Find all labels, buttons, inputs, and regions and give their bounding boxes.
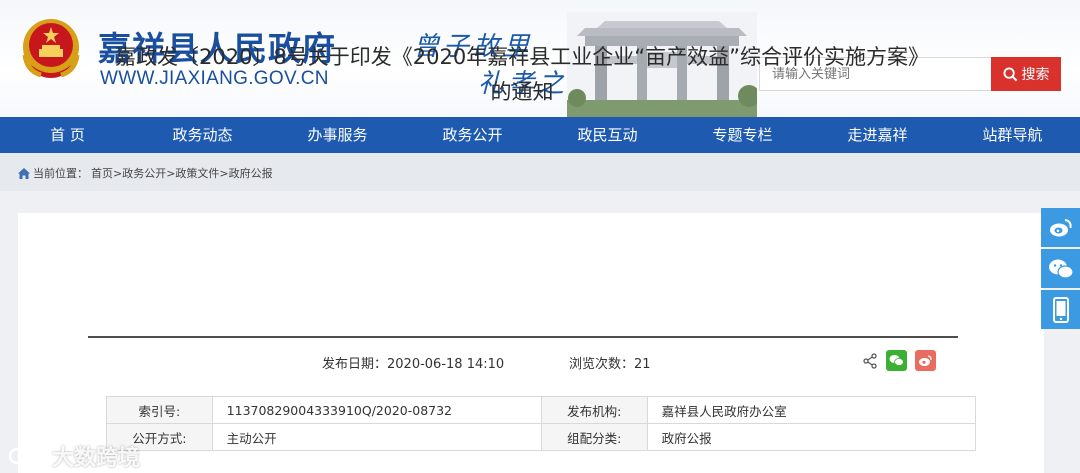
table-row: 索引号: 11370829004333910Q/2020-08732 发布机构:… — [106, 396, 977, 424]
float-weibo-button[interactable] — [1041, 208, 1080, 247]
publish-date: 发布日期：2020-06-18 14:10 — [322, 353, 504, 372]
wechat-glyph-icon — [889, 355, 904, 366]
article-title: 嘉政发〔2020〕8号关于印发《2020年嘉祥县工业企业“亩产效益”综合评价实施… — [0, 40, 1044, 110]
wechat-share-icon[interactable] — [886, 350, 907, 371]
weibo-share-icon[interactable] — [915, 350, 936, 371]
document-info-table: 索引号: 11370829004333910Q/2020-08732 发布机构:… — [106, 396, 977, 451]
breadcrumb-bar: 当前位置： 首页>政务公开>政策文件>政府公报 — [0, 153, 1080, 191]
wechat-icon — [1048, 259, 1074, 279]
publisher-label: 发布机构: — [540, 396, 648, 424]
article-title-line1: 嘉政发〔2020〕8号关于印发《2020年嘉祥县工业企业“亩产效益”综合评价实施… — [114, 45, 929, 69]
nav-open-government[interactable]: 政务公开 — [405, 117, 540, 153]
breadcrumb-prefix: 当前位置： — [33, 167, 88, 180]
article-title-line2: 的通知 — [490, 80, 554, 104]
category-label: 组配分类: — [540, 423, 648, 451]
nav-services[interactable]: 办事服务 — [270, 117, 405, 153]
floating-share-bar — [1041, 208, 1080, 331]
publish-date-value: 2020-06-18 14:10 — [387, 357, 505, 372]
watermark: 大数跨境 — [8, 440, 140, 472]
view-count-value: 21 — [634, 357, 651, 372]
breadcrumb-path[interactable]: 首页>政务公开>政策文件>政府公报 — [91, 165, 273, 181]
weibo-glyph-icon — [919, 355, 932, 366]
mobile-phone-icon — [1052, 296, 1069, 323]
weibo-icon — [1049, 218, 1072, 236]
watermark-logo-icon — [8, 447, 46, 465]
category-value: 政府公报 — [646, 423, 977, 451]
breadcrumb: 当前位置： 首页>政务公开>政策文件>政府公报 — [18, 165, 273, 181]
index-value: 11370829004333910Q/2020-08732 — [211, 396, 542, 424]
view-count: 浏览次数：21 — [569, 353, 651, 372]
title-divider — [88, 336, 958, 338]
nav-site-group[interactable]: 站群导航 — [945, 117, 1080, 153]
publish-date-label: 发布日期： — [322, 357, 388, 372]
view-count-label: 浏览次数： — [569, 357, 635, 372]
share-bar — [862, 350, 936, 371]
home-icon — [18, 167, 30, 179]
nav-government-news[interactable]: 政务动态 — [135, 117, 270, 153]
nav-special-topics[interactable]: 专题专栏 — [675, 117, 810, 153]
table-row: 公开方式: 主动公开 组配分类: 政府公报 — [106, 423, 977, 451]
main-nav: 首 页 政务动态 办事服务 政务公开 政民互动 专题专栏 走进嘉祥 站群导航 — [0, 117, 1080, 153]
index-label: 索引号: — [106, 396, 213, 424]
float-mobile-button[interactable] — [1041, 290, 1080, 329]
nav-interaction[interactable]: 政民互动 — [540, 117, 675, 153]
nav-about-jiaxiang[interactable]: 走进嘉祥 — [810, 117, 945, 153]
float-wechat-button[interactable] — [1041, 249, 1080, 288]
publisher-value: 嘉祥县人民政府办公室 — [646, 396, 977, 424]
nav-home[interactable]: 首 页 — [0, 117, 135, 153]
watermark-text: 大数跨境 — [52, 446, 141, 471]
disclosure-value: 主动公开 — [211, 423, 542, 451]
share-icon[interactable] — [862, 352, 878, 369]
